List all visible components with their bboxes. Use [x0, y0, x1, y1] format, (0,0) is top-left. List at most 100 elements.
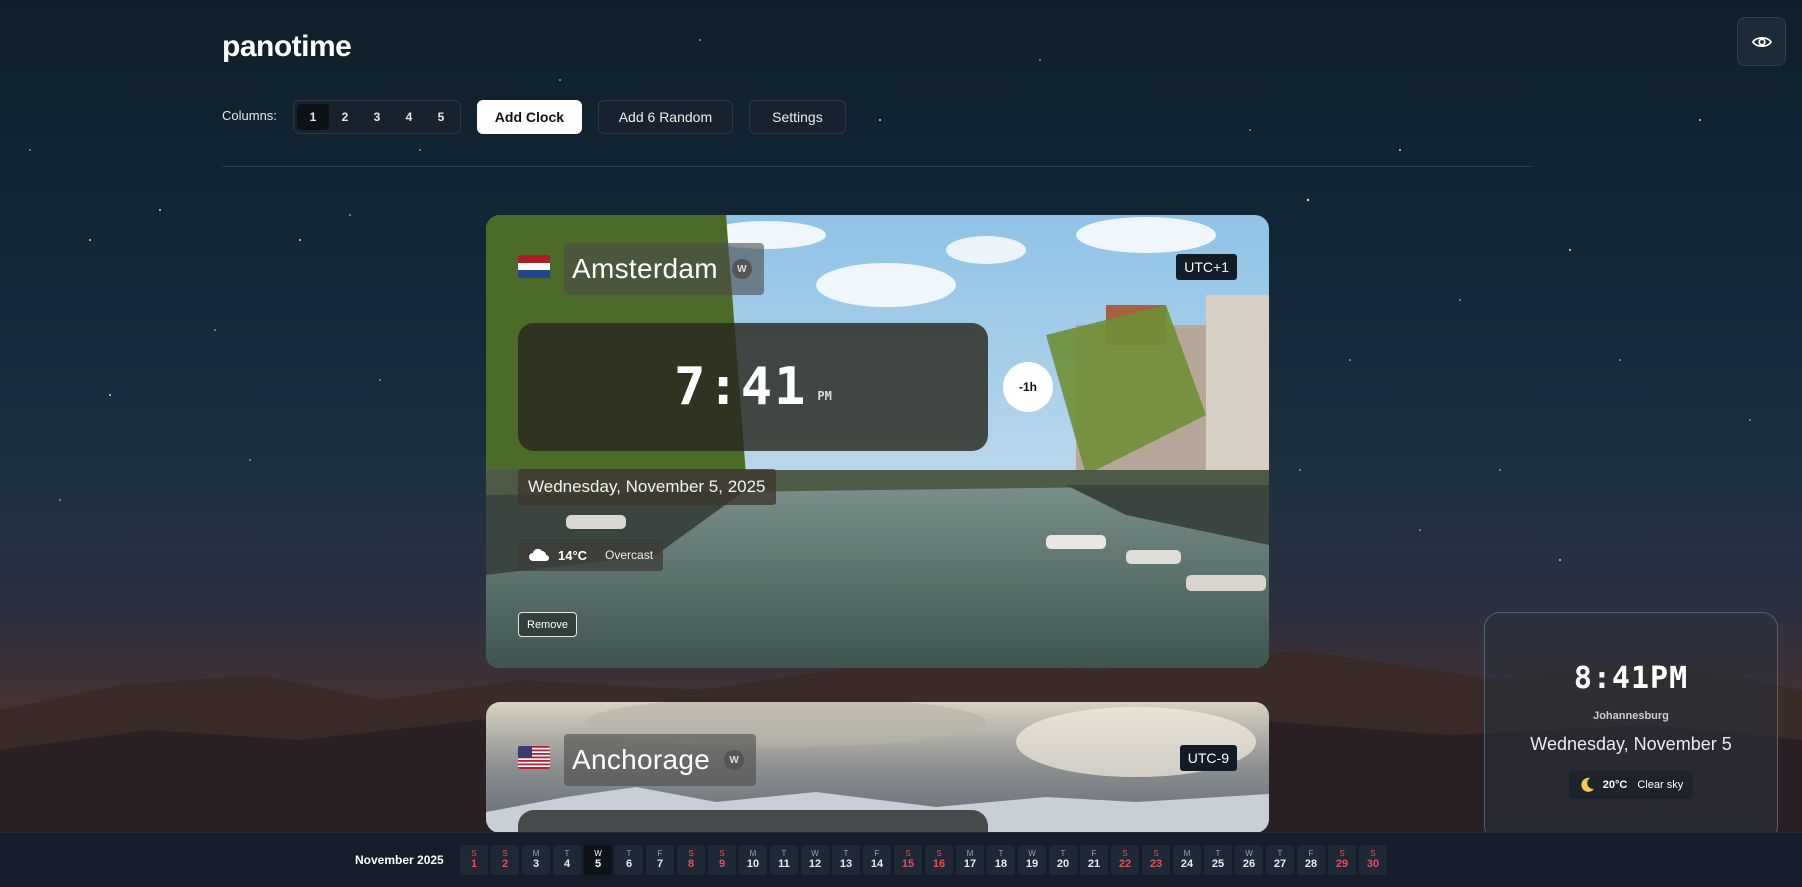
calendar-date: 29	[1335, 858, 1349, 871]
weather-condition: Overcast	[605, 548, 654, 562]
utc-offset-badge: UTC+1	[1176, 254, 1237, 280]
city-name: Amsterdam	[572, 253, 718, 284]
calendar-day[interactable]: T 18	[987, 845, 1015, 875]
calendar-date: 13	[839, 858, 853, 871]
column-option-4[interactable]: 4	[393, 104, 425, 130]
calendar-day[interactable]: T 25	[1204, 845, 1232, 875]
calendar-day[interactable]: W 26	[1235, 845, 1263, 875]
calendar-weekday: T	[564, 848, 570, 858]
utc-offset-badge: UTC-9	[1179, 745, 1237, 771]
calendar-day[interactable]: M 10	[739, 845, 767, 875]
calendar-weekday: S	[502, 848, 508, 858]
app-logo: panotime	[222, 30, 352, 63]
clock-time: 7:41	[674, 357, 808, 417]
calendar-date: 25	[1211, 858, 1225, 871]
calendar-date: 9	[718, 858, 726, 871]
calendar-day[interactable]: T 20	[1049, 845, 1077, 875]
city-badge: Amsterdam W	[564, 243, 764, 295]
calendar-day[interactable]: F 28	[1297, 845, 1325, 875]
calendar-weekday: T	[998, 848, 1004, 858]
calendar-day[interactable]: S 23	[1142, 845, 1170, 875]
wikipedia-link-icon[interactable]: W	[724, 750, 745, 770]
calendar-date: 5	[594, 858, 602, 871]
calendar-day[interactable]: F 21	[1080, 845, 1108, 875]
calendar-day[interactable]: M 17	[956, 845, 984, 875]
calendar-date: 10	[746, 858, 760, 871]
calendar-date: 17	[963, 858, 977, 871]
calendar-weekday: T	[1060, 848, 1066, 858]
calendar-day[interactable]: S 16	[925, 845, 953, 875]
calendar-day[interactable]: T4	[553, 845, 581, 875]
calendar-date: 30	[1366, 858, 1380, 871]
calendar-date: 22	[1118, 858, 1132, 871]
calendar-date: 18	[994, 858, 1008, 871]
clock-date: Wednesday, November 5, 2025	[518, 469, 776, 505]
calendar-weekday: S	[1339, 848, 1345, 858]
netherlands-flag-icon	[518, 255, 550, 278]
calendar-weekday: F	[1091, 848, 1097, 858]
time-difference-badge: -1h	[1003, 362, 1053, 412]
calendar-date: 1	[470, 858, 478, 871]
calendar-day[interactable]: W 12	[801, 845, 829, 875]
calendar-day[interactable]: S 15	[894, 845, 922, 875]
wikipedia-link-icon[interactable]: W	[731, 259, 752, 279]
calendar-weekday: W	[594, 848, 602, 858]
remove-clock-button[interactable]: Remove	[518, 612, 577, 637]
calendar-day[interactable]: T 27	[1266, 845, 1294, 875]
calendar-weekday: T	[1215, 848, 1221, 858]
clock-display	[518, 810, 988, 833]
local-clock-date: Wednesday, November 5	[1530, 734, 1732, 754]
columns-selector: 1 2 3 4 5	[292, 100, 461, 134]
cloud-icon	[529, 548, 549, 561]
calendar-day[interactable]: S 29	[1328, 845, 1356, 875]
calendar-day[interactable]: M3	[522, 845, 550, 875]
calendar-day[interactable]: W5	[584, 845, 612, 875]
add-clock-button[interactable]: Add Clock	[476, 100, 582, 134]
column-option-5[interactable]: 5	[425, 104, 457, 130]
calendar-date: 7	[656, 858, 664, 871]
weather-info: 14°C Overcast	[518, 539, 664, 571]
local-clock-city: Johannesburg	[1593, 710, 1669, 722]
usa-flag-graphic	[518, 746, 550, 769]
calendar-day[interactable]: S9	[708, 845, 736, 875]
calendar-weekday: S	[1122, 848, 1128, 858]
calendar-day[interactable]: S 22	[1111, 845, 1139, 875]
calendar-day[interactable]: W 19	[1018, 845, 1046, 875]
calendar-weekday: S	[936, 848, 942, 858]
calendar-date: 3	[532, 858, 540, 871]
weather-temp: 14°C	[558, 547, 588, 563]
calendar-date: 15	[901, 858, 915, 871]
calendar-date: 27	[1273, 858, 1287, 871]
calendar-date: 21	[1087, 858, 1101, 871]
calendar-weekday: T	[781, 848, 787, 858]
calendar-date: 4	[563, 858, 571, 871]
settings-button[interactable]: Settings	[748, 100, 846, 134]
calendar-day[interactable]: M 24	[1173, 845, 1201, 875]
calendar-day[interactable]: S1	[460, 845, 488, 875]
add-random-button[interactable]: Add 6 Random	[597, 100, 733, 134]
calendar-day[interactable]: S8	[677, 845, 705, 875]
calendar-day[interactable]: T 11	[770, 845, 798, 875]
calendar-day[interactable]: T6	[615, 845, 643, 875]
calendar-weekday: T	[843, 848, 849, 858]
toggle-visibility-button[interactable]	[1737, 17, 1786, 66]
calendar-date: 20	[1056, 858, 1070, 871]
calendar-weekday: W	[1245, 848, 1253, 858]
calendar-day[interactable]: S2	[491, 845, 519, 875]
calendar-weekday: S	[688, 848, 694, 858]
calendar-day[interactable]: F7	[646, 845, 674, 875]
column-option-1[interactable]: 1	[296, 104, 329, 130]
calendar-month: November 2025	[355, 853, 444, 867]
local-weather-condition: Clear sky	[1637, 779, 1684, 791]
local-clock-time: 8:41PM	[1573, 661, 1689, 696]
column-option-2[interactable]: 2	[329, 104, 361, 130]
toolbar: Columns: 1 2 3 4 5 Add Clock Add 6 Rando…	[222, 100, 846, 134]
calendar-day[interactable]: S 30	[1359, 845, 1387, 875]
calendar-day[interactable]: T 13	[832, 845, 860, 875]
calendar-day[interactable]: F 14	[863, 845, 891, 875]
calendar-date: 16	[932, 858, 946, 871]
clock-card-anchorage: Anchorage W UTC-9	[486, 702, 1269, 833]
column-option-3[interactable]: 3	[361, 104, 393, 130]
calendar-weekday: M	[532, 848, 540, 858]
calendar-weekday: M	[1183, 848, 1191, 858]
